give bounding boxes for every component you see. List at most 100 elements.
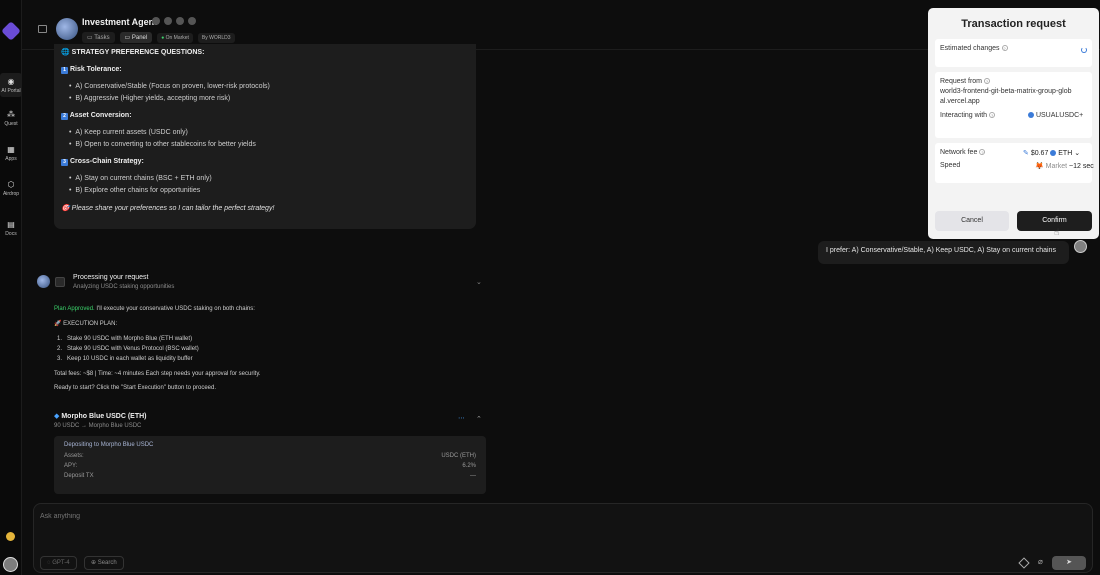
settings-icon[interactable] xyxy=(187,17,196,25)
detail-row: Deposit TX — xyxy=(64,473,476,479)
more-icon[interactable]: ⋯ xyxy=(458,414,465,422)
rail-quest[interactable]: ⁂ Quest xyxy=(0,110,22,132)
option-text: B) Aggressive (Higher yields, accepting … xyxy=(75,95,231,102)
by-badge: By WORLD3 xyxy=(197,33,235,43)
rail-docs[interactable]: ▤ Docs xyxy=(0,220,22,242)
left-rail: ◉ AI Portal ⁂ Quest ▦ Apps ⬡ Airdrop ▤ D… xyxy=(0,0,22,575)
option-item: • A) Stay on current chains (BSC + ETH o… xyxy=(69,175,212,182)
chevron-down-icon[interactable]: ⌄ xyxy=(476,278,482,286)
ready-line: Ready to start? Click the "Start Executi… xyxy=(54,385,217,391)
network-fee-value[interactable]: ✎ $0.67 ETH ⌄ xyxy=(1023,149,1080,157)
detail-value: — xyxy=(470,473,476,479)
question-chain: 3 Cross-Chain Strategy: • A) Stay on cur… xyxy=(61,158,469,194)
agent-title: Investment Agent xyxy=(82,17,158,27)
estimated-changes-label: Estimated changes xyxy=(940,45,1000,52)
network-fee-label: Network fee xyxy=(940,149,978,156)
option-item: • B) Aggressive (Higher yields, acceptin… xyxy=(69,95,231,102)
step-item: 1. Stake 90 USDC with Morpho Blue (ETH w… xyxy=(57,336,193,342)
composer: ◌ GPT-4 ⊕ Search ⌀ ➤ xyxy=(33,503,1093,573)
refresh-icon[interactable] xyxy=(163,17,172,25)
option-item: • A) Keep current assets (USDC only) xyxy=(69,129,188,136)
speed-time: ~12 sec xyxy=(1069,163,1094,170)
eth-icon xyxy=(1050,150,1057,157)
title-text: Risk Tolerance: xyxy=(69,66,122,73)
model-selector[interactable]: ◌ GPT-4 xyxy=(40,556,77,570)
detail-value: USDC (ETH) xyxy=(441,453,476,459)
interacting-row: Interacting with? USUALUSDC+ xyxy=(940,112,1087,119)
cube-icon[interactable] xyxy=(1018,557,1030,569)
tab-label: Panel xyxy=(131,35,148,41)
attach-icon[interactable]: ⌀ xyxy=(1038,557,1043,566)
model-label: GPT-4 xyxy=(52,560,70,566)
questions-heading: 🌐 STRATEGY PREFERENCE QUESTIONS: xyxy=(61,49,205,56)
send-icon: ➤ xyxy=(1066,559,1072,566)
request-from-value: world3-frontend-git-beta-matrix-group-gl… xyxy=(940,88,1072,105)
approved-label: Plan Approved. xyxy=(54,306,95,312)
plan-label-text: EXECUTION PLAN: xyxy=(63,321,118,327)
header-tabs: ▭ Tasks ▭ Panel ● On Market By WORLD3 xyxy=(82,32,238,43)
detail-label: APY: xyxy=(64,463,78,469)
fee-token: ETH xyxy=(1058,150,1073,157)
processing-subtitle: Analyzing USDC staking opportunities xyxy=(73,284,175,290)
request-section: Request from? world3-frontend-git-beta-m… xyxy=(935,72,1092,138)
contract-chip[interactable]: USUALUSDC+ xyxy=(1028,112,1083,119)
quest-icon: ⁂ xyxy=(7,110,15,119)
coin-icon[interactable] xyxy=(6,532,15,541)
app-logo[interactable] xyxy=(1,21,21,41)
request-from-text: Request from xyxy=(940,78,983,85)
chevron-down-icon: ⌄ xyxy=(1074,150,1081,157)
globe-icon: ⊕ xyxy=(91,560,97,566)
search-label: Search xyxy=(97,560,117,566)
status-text: On Market xyxy=(165,35,189,41)
sidebar-toggle-icon[interactable] xyxy=(38,25,47,33)
agent-avatar xyxy=(56,18,78,40)
request-from-label: Request from? xyxy=(940,78,1087,85)
estimated-changes-section: Estimated changes? xyxy=(935,39,1092,67)
option-text: A) Conservative/Stable (Focus on proven,… xyxy=(75,83,270,90)
info-icon[interactable]: ? xyxy=(979,149,986,156)
detail-label: Deposit TX xyxy=(64,473,94,479)
docs-icon: ▤ xyxy=(7,220,15,229)
questions-footer: 🎯 Please share your preferences so I can… xyxy=(61,205,275,212)
plan-body: Plan Approved. I'll execute your conserv… xyxy=(54,306,484,391)
step-item: 2. Stake 90 USDC with Venus Protocol (BS… xyxy=(57,346,199,352)
option-text: A) Keep current assets (USDC only) xyxy=(75,129,188,136)
title-text: Cross-Chain Strategy: xyxy=(69,158,144,165)
rail-label: Airdrop xyxy=(2,191,20,197)
step-text: Stake 90 USDC with Venus Protocol (BSC w… xyxy=(67,346,199,352)
tab-label: Tasks xyxy=(94,35,110,41)
rail-apps[interactable]: ▦ Apps xyxy=(0,145,22,167)
rail-label: AI Portal xyxy=(1,88,21,94)
tab-panel[interactable]: ▭ Panel xyxy=(119,32,153,43)
approved-text: I'll execute your conservative USDC stak… xyxy=(96,306,255,312)
search-button[interactable]: ⊕ Search xyxy=(84,556,124,570)
option-text: B) Open to converting to other stablecoi… xyxy=(75,141,256,148)
info-icon[interactable]: ? xyxy=(989,112,996,119)
network-fee-row: Network fee? ✎ $0.67 ETH ⌄ xyxy=(940,149,1087,157)
user-message-text: I prefer: A) Conservative/Stable, A) Kee… xyxy=(826,247,1056,254)
send-button[interactable]: ➤ xyxy=(1052,556,1086,570)
chevron-up-icon[interactable]: ⌃ xyxy=(476,415,482,423)
cancel-button[interactable]: Cancel xyxy=(935,211,1009,231)
depositing-label: Depositing to Morpho Blue USDC xyxy=(64,442,154,448)
fox-icon: 🦊 xyxy=(1035,163,1044,170)
info-icon[interactable]: ? xyxy=(1001,45,1008,52)
video-icon[interactable] xyxy=(175,17,184,25)
tab-tasks[interactable]: ▭ Tasks xyxy=(82,32,115,43)
heading-text: STRATEGY PREFERENCE QUESTIONS: xyxy=(71,49,205,56)
rail-ai-portal[interactable]: ◉ AI Portal xyxy=(0,73,22,97)
rail-airdrop[interactable]: ⬡ Airdrop xyxy=(0,180,22,202)
info-icon[interactable]: ? xyxy=(984,78,991,85)
detail-row: APY: 6.2% xyxy=(64,463,476,469)
question-title: 3 Cross-Chain Strategy: xyxy=(61,158,469,166)
share-icon[interactable] xyxy=(152,17,160,25)
option-item: • B) Open to converting to other stablec… xyxy=(69,141,256,148)
usdc-coin-icon xyxy=(1028,112,1034,119)
header-action-icons[interactable] xyxy=(152,17,196,27)
agent-avatar xyxy=(37,275,50,288)
fee-section: Network fee? ✎ $0.67 ETH ⌄ Speed 🦊 Marke… xyxy=(935,143,1094,183)
apps-icon: ▦ xyxy=(7,145,15,154)
message-input[interactable] xyxy=(40,509,1020,523)
step-text: Stake 90 USDC with Morpho Blue (ETH wall… xyxy=(67,336,193,342)
user-avatar[interactable] xyxy=(3,557,18,572)
